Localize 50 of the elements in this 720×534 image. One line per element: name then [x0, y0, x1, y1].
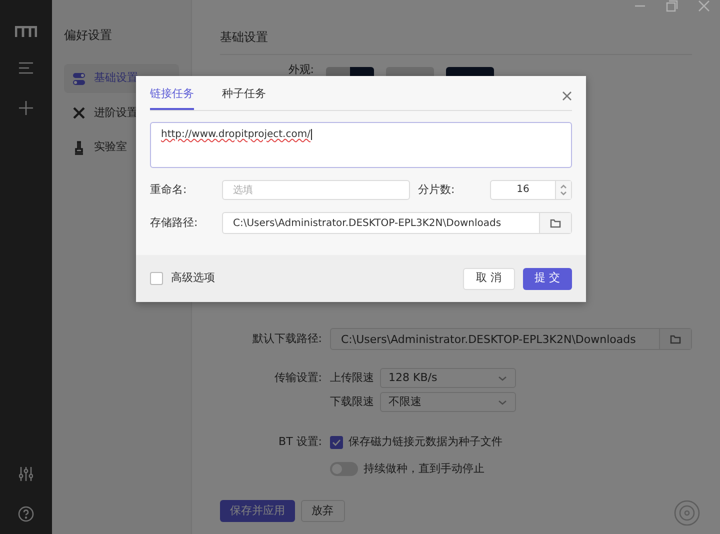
folder-icon: [550, 218, 561, 228]
toggle-icon: [72, 72, 86, 86]
url-field[interactable]: http://www.dropitproject.com/: [150, 122, 572, 168]
checkbox-label: 高级选项: [171, 270, 215, 286]
appearance-label: 外观:: [287, 63, 314, 76]
submit-button[interactable]: 提 交: [522, 268, 572, 290]
speed-dropdown[interactable]: 不限速: [380, 392, 516, 412]
field-label: 传输设置:: [273, 370, 322, 386]
disc-icon[interactable]: [674, 500, 700, 526]
checkbox[interactable]: [330, 436, 343, 449]
save-button[interactable]: 保存并应用: [220, 500, 295, 522]
restore-icon[interactable]: [666, 0, 678, 12]
field-label: 上传限速: [330, 370, 374, 386]
section-title: 基础设置: [220, 28, 692, 55]
split-count-field[interactable]: 16: [490, 180, 572, 200]
add-icon[interactable]: [18, 100, 34, 116]
field-label: 重命名:: [150, 182, 188, 198]
field-label: BT 设置:: [278, 434, 322, 450]
checkbox-label: 保存磁力链接元数据为种子文件: [348, 434, 502, 450]
path-field[interactable]: C:\Users\Administrator.DESKTOP-EPL3K2N\Downloads: [222, 212, 572, 234]
stepper-icon: [560, 184, 567, 196]
toggle-label: 持续做种，直到手动停止: [364, 460, 484, 476]
path-field[interactable]: C:\Users\Administrator.DESKTOP-EPL3K2N\Downloads: [330, 328, 692, 350]
panel-title: 偏好设置: [64, 28, 113, 42]
close-icon[interactable]: [698, 0, 710, 12]
field-label: 存储路径:: [150, 214, 199, 231]
field-label: 分片数:: [418, 182, 456, 198]
field-label: 默认下载路径:: [251, 330, 322, 347]
sliders-icon[interactable]: [19, 466, 33, 482]
rename-field[interactable]: 选填: [222, 180, 410, 200]
stepper-button[interactable]: [555, 181, 571, 199]
folder-button[interactable]: [539, 213, 571, 233]
discard-button[interactable]: 放弃: [300, 500, 344, 522]
close-button[interactable]: [562, 91, 572, 101]
field-label: 下载限速: [330, 394, 374, 410]
chevron-down-icon: [498, 400, 506, 404]
chevron-down-icon: [498, 376, 506, 380]
checkbox[interactable]: [150, 272, 163, 285]
logo-icon: [15, 26, 37, 38]
speed-dropdown[interactable]: 128 KB/s: [380, 368, 516, 388]
help-icon[interactable]: [18, 506, 34, 522]
menu-icon[interactable]: [18, 62, 34, 74]
folder-button[interactable]: [659, 329, 691, 349]
cancel-button[interactable]: 取 消: [463, 268, 514, 290]
stamp-icon: [72, 140, 86, 155]
tab[interactable]: 种子任务: [222, 86, 266, 110]
tab[interactable]: 链接任务: [150, 86, 194, 110]
close-icon: [562, 91, 572, 101]
folder-icon: [670, 334, 681, 344]
check-icon: [332, 438, 341, 446]
